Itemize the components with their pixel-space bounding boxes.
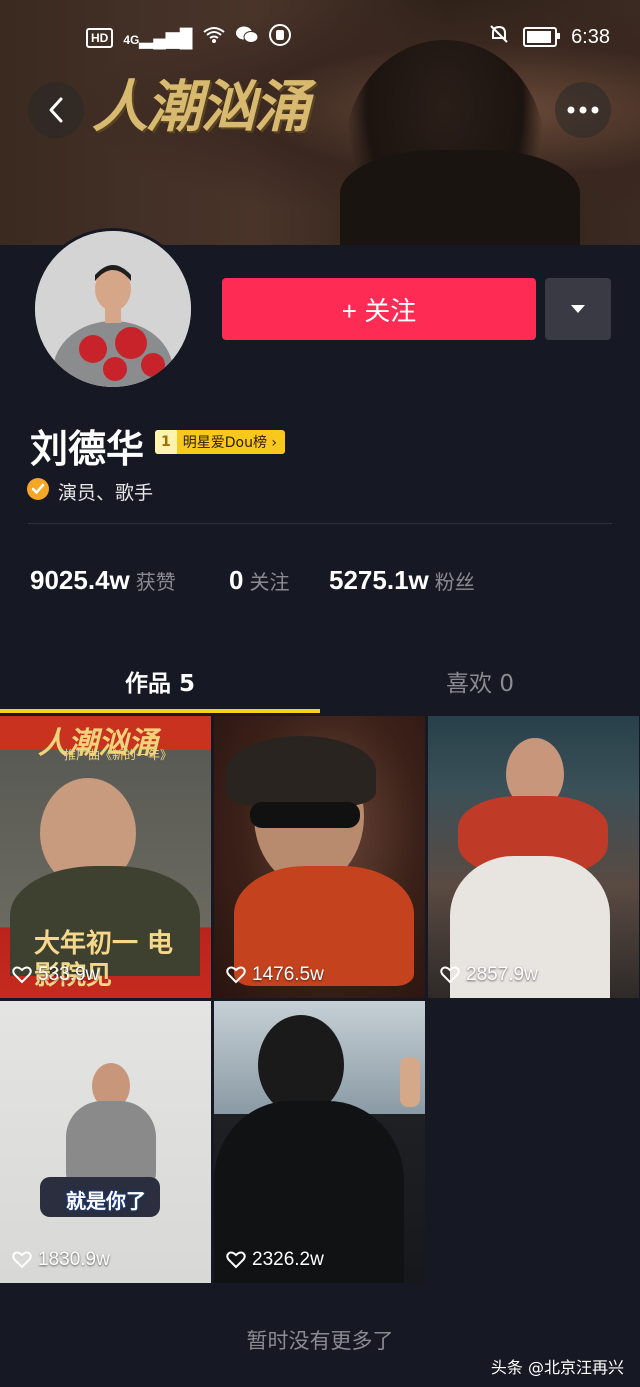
video-caption: 就是你了 <box>66 1189 146 1213</box>
no-more-text: 暂时没有更多了 <box>246 1329 394 1353</box>
rank-label: 明星爱Dou榜 › <box>182 435 278 451</box>
stat-likes[interactable]: 9025.4w 获赞 <box>30 565 176 596</box>
verified-icon <box>27 478 49 500</box>
video-hair <box>226 736 376 806</box>
video-likes-count: 2326.2w <box>252 1249 324 1270</box>
back-button[interactable] <box>28 82 84 138</box>
heart-icon <box>226 966 246 984</box>
dropdown-icon <box>571 305 585 313</box>
follow-button[interactable]: + 关注 <box>222 278 536 340</box>
video-likes: 533.9w <box>12 964 99 986</box>
banner-title: 人潮汹涌 <box>92 74 310 140</box>
video-likes-count: 1830.9w <box>38 1249 110 1270</box>
video-tile[interactable]: 2326.2w <box>214 1001 425 1283</box>
video-likes: 2857.9w <box>440 964 538 986</box>
heart-icon <box>12 1251 32 1269</box>
stat-fans-label: 粉丝 <box>434 570 475 594</box>
more-icon <box>567 106 599 114</box>
network-indicator: 4G▂▄▆█ <box>123 27 193 48</box>
wechat-icon <box>235 25 259 51</box>
stat-likes-value: 9025.4w <box>30 565 130 595</box>
video-tile[interactable]: 人潮汹涌 推广曲《新的一年》 大年初一 电影院见 533.9w <box>0 716 211 998</box>
rank-badge[interactable]: 1 明星爱Dou榜 › <box>155 430 286 454</box>
video-overlay-subtitle: 推广曲《新的一年》 <box>64 748 173 762</box>
heart-icon <box>226 1251 246 1269</box>
video-likes-count: 1476.5w <box>252 964 324 985</box>
stat-following-label: 关注 <box>249 570 290 594</box>
battery-icon <box>523 27 561 47</box>
banner-coat <box>340 150 580 245</box>
video-likes-count: 2857.9w <box>466 964 538 985</box>
recommend-dropdown-button[interactable] <box>545 278 611 340</box>
hd-indicator: HD <box>86 28 114 48</box>
status-bar-right: 6:38 <box>489 24 610 50</box>
heart-icon <box>440 966 460 984</box>
stat-likes-label: 获赞 <box>135 570 176 594</box>
profession-label: 演员、歌手 <box>58 482 154 504</box>
video-likes: 2326.2w <box>226 1249 324 1271</box>
status-bar-left: HD 4G▂▄▆█ <box>86 24 291 52</box>
wifi-icon <box>202 26 225 50</box>
video-likes-count: 533.9w <box>38 964 100 985</box>
heart-icon <box>12 966 32 984</box>
mute-icon <box>489 24 509 50</box>
stat-following[interactable]: 0 关注 <box>229 565 289 596</box>
rank-number: 1 <box>155 430 177 454</box>
stat-following-value: 0 <box>229 565 244 595</box>
tab-indicator <box>0 709 320 713</box>
video-tile[interactable]: 1476.5w <box>214 716 425 998</box>
hand-icon <box>268 24 291 52</box>
stat-fans[interactable]: 5275.1w 粉丝 <box>329 565 475 596</box>
video-tile[interactable]: 就是你了 1830.9w <box>0 1001 211 1283</box>
video-hand <box>400 1057 420 1107</box>
video-sunglasses <box>250 802 360 828</box>
tab-works[interactable]: 作品 5 <box>0 664 320 698</box>
profile-name: 刘德华 <box>30 427 145 471</box>
video-person-head <box>258 1015 344 1115</box>
avatar-image <box>35 231 191 387</box>
stat-fans-value: 5275.1w <box>329 565 429 595</box>
more-button[interactable] <box>555 82 611 138</box>
avatar[interactable] <box>32 228 194 390</box>
video-likes: 1830.9w <box>12 1249 110 1271</box>
clock: 6:38 <box>571 25 610 48</box>
tab-likes[interactable]: 喜欢 0 <box>320 664 640 698</box>
back-icon <box>49 97 63 123</box>
watermark: 头条 @北京汪再兴 <box>490 1358 624 1377</box>
video-likes: 1476.5w <box>226 964 324 986</box>
video-tile[interactable]: 2857.9w <box>428 716 639 998</box>
divider <box>28 523 612 524</box>
